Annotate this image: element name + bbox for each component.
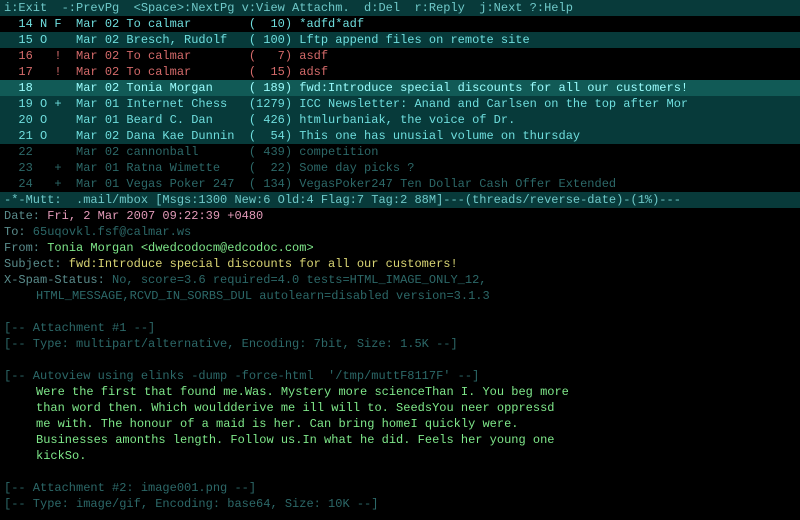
index-row[interactable]: 17 ! Mar 02 To calmar ( 15) adsf [0, 64, 800, 80]
index-row[interactable]: 14 N F Mar 02 To calmar ( 10) *adfd*adf [0, 16, 800, 32]
index-row[interactable]: 23 + Mar 01 Ratna Wimette ( 22) Some day… [0, 160, 800, 176]
index-row[interactable]: 22 Mar 02 cannonball ( 439) competition [0, 144, 800, 160]
blank [0, 512, 800, 520]
attachment-1-header: [-- Attachment #1 --] [0, 320, 800, 336]
blank [0, 304, 800, 320]
attachment-2-header: [-- Attachment #2: image001.png --] [0, 480, 800, 496]
index-row[interactable]: 15 O Mar 02 Bresch, Rudolf ( 100) Lftp a… [0, 32, 800, 48]
body-text: kickSo. [0, 448, 800, 464]
index-row[interactable]: 24 + Mar 01 Vegas Poker 247 ( 134) Vegas… [0, 176, 800, 192]
index-row[interactable]: 19 O + Mar 01 Internet Chess (1279) ICC … [0, 96, 800, 112]
index-row[interactable]: 16 ! Mar 02 To calmar ( 7) asdf [0, 48, 800, 64]
index-row[interactable]: 20 O Mar 01 Beard C. Dan ( 426) htmlurba… [0, 112, 800, 128]
autoview-line: [-- Autoview using elinks -dump -force-h… [0, 368, 800, 384]
blank [0, 464, 800, 480]
blank [0, 352, 800, 368]
body-text: me with. The honour of a maid is her. Ca… [0, 416, 800, 432]
body-text: than word then. Which wouldderive me ill… [0, 400, 800, 416]
help-bar: i:Exit -:PrevPg <Space>:NextPg v:View At… [0, 0, 800, 16]
index-row[interactable]: 18 Mar 02 Tonia Morgan ( 189) fwd:Introd… [0, 80, 800, 96]
header-to: To: 65uqovkl.fsf@calmar.ws [0, 224, 800, 240]
header-date: Date: Fri, 2 Mar 2007 09:22:39 +0480 [0, 208, 800, 224]
index-row[interactable]: 21 O Mar 02 Dana Kae Dunnin ( 54) This o… [0, 128, 800, 144]
attachment-2-type: [-- Type: image/gif, Encoding: base64, S… [0, 496, 800, 512]
header-from: From: Tonia Morgan <dwedcodocm@edcodoc.c… [0, 240, 800, 256]
body-text: Were the first that found me.Was. Myster… [0, 384, 800, 400]
message-index[interactable]: 14 N F Mar 02 To calmar ( 10) *adfd*adf … [0, 16, 800, 192]
body-text: Businesses amonths length. Follow us.In … [0, 432, 800, 448]
header-spam1: X-Spam-Status: No, score=3.6 required=4.… [0, 272, 800, 288]
index-status-bar: -*-Mutt: .mail/mbox [Msgs:1300 New:6 Old… [0, 192, 800, 208]
header-subject: Subject: fwd:Introduce special discounts… [0, 256, 800, 272]
header-spam2: HTML_MESSAGE,RCVD_IN_SORBS_DUL autolearn… [0, 288, 800, 304]
attachment-1-type: [-- Type: multipart/alternative, Encodin… [0, 336, 800, 352]
